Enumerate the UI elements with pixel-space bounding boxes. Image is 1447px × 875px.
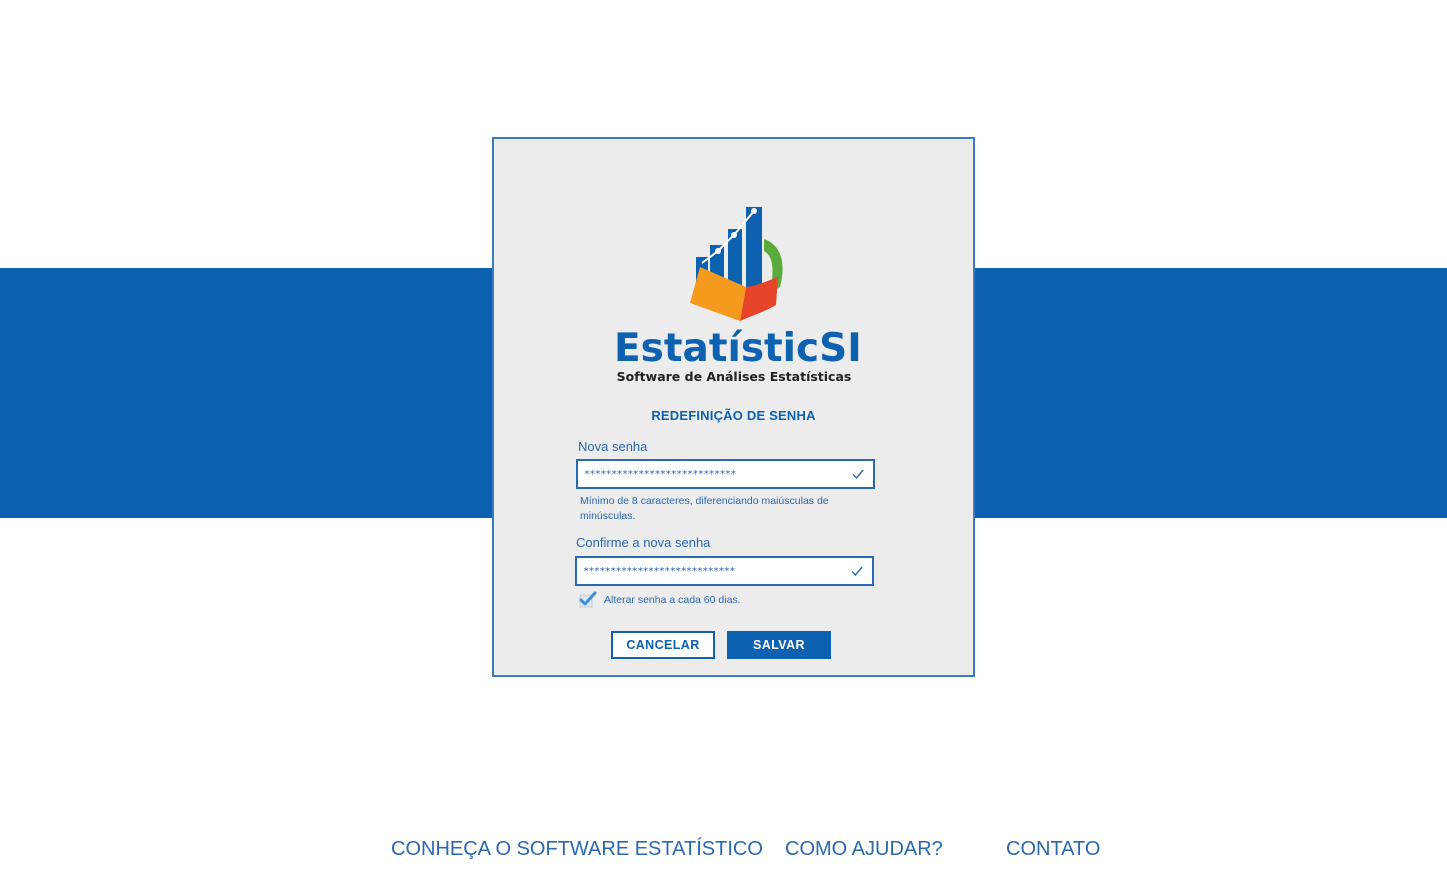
cancel-button[interactable]: CANCELAR bbox=[611, 631, 715, 659]
save-button[interactable]: SALVAR bbox=[727, 631, 831, 659]
footer-link-software[interactable]: CONHEÇA O SOFTWARE ESTATÍSTICO bbox=[391, 838, 763, 861]
check-icon bbox=[852, 469, 864, 480]
password-reset-card: EstatísticSI Software de Análises Estatí… bbox=[492, 137, 975, 677]
rotate-password-label: Alterar senha a cada 60 dias. bbox=[604, 594, 741, 606]
new-password-field[interactable] bbox=[576, 459, 875, 489]
check-icon bbox=[851, 566, 863, 577]
new-password-input[interactable] bbox=[584, 464, 844, 484]
password-hint: Mínimo de 8 caracteres, diferenciando ma… bbox=[580, 495, 829, 522]
brand-tagline: Software de Análises Estatísticas bbox=[616, 369, 852, 384]
logo-chart-icon bbox=[690, 207, 783, 321]
confirm-password-field[interactable] bbox=[575, 556, 874, 586]
rotate-password-checkbox[interactable] bbox=[578, 591, 598, 609]
page: EstatísticSI Software de Análises Estatí… bbox=[0, 0, 1447, 875]
confirm-password-input[interactable] bbox=[583, 561, 843, 581]
estatisticsi-logo: EstatísticSI Software de Análises Estatí… bbox=[614, 205, 862, 387]
form-title: REDEFINIÇÃO DE SENHA bbox=[651, 408, 816, 423]
brand-name: EstatísticSI bbox=[614, 326, 862, 371]
rotate-password-option[interactable]: Alterar senha a cada 60 dias. bbox=[578, 590, 741, 610]
checkmark-icon bbox=[579, 591, 597, 608]
new-password-label: Nova senha bbox=[578, 439, 648, 454]
confirm-password-label: Confirme a nova senha bbox=[576, 535, 711, 550]
footer-link-contact[interactable]: CONTATO bbox=[1006, 838, 1100, 861]
footer-link-help[interactable]: COMO AJUDAR? bbox=[785, 838, 943, 861]
